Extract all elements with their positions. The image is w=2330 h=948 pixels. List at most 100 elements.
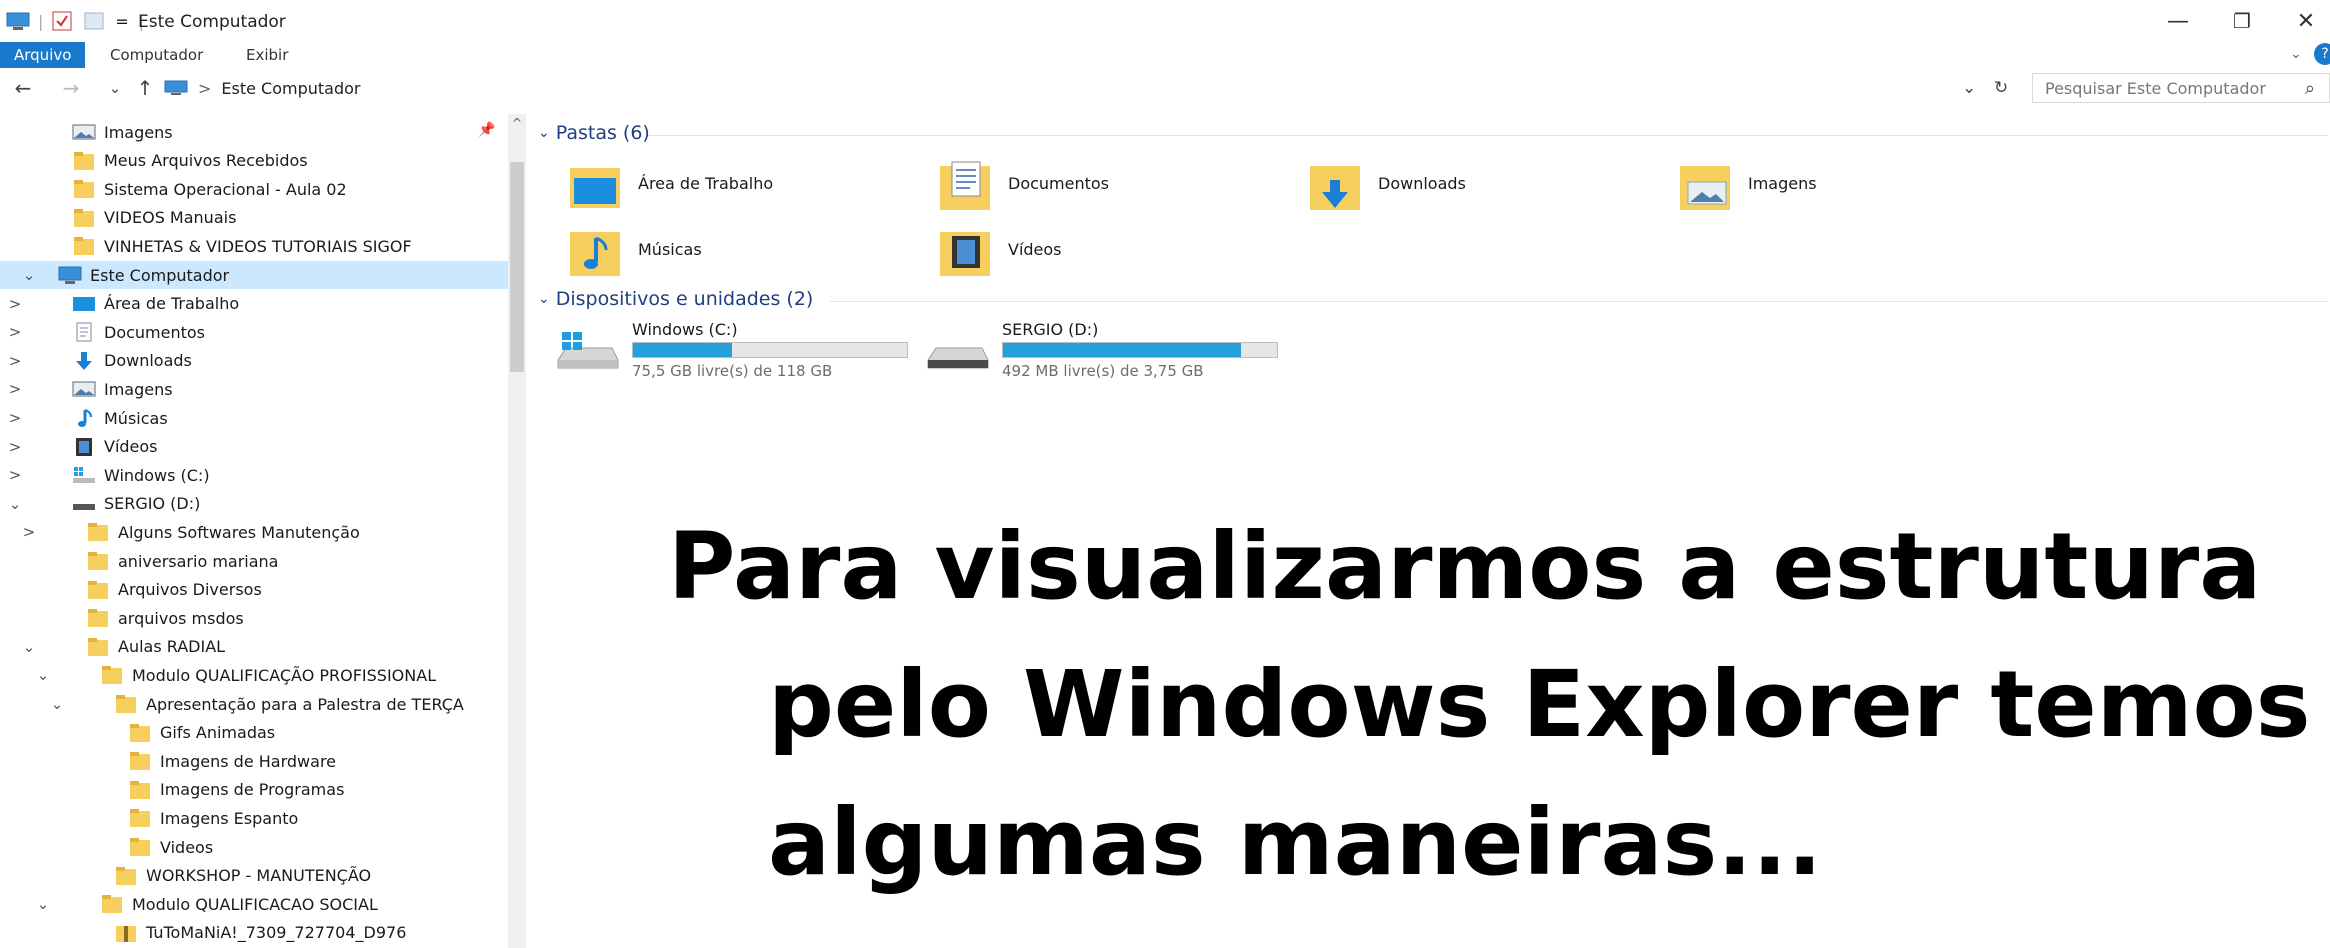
chevron-down-icon[interactable]: ⌄ bbox=[34, 895, 52, 913]
tree-item[interactable]: Arquivos Diversos bbox=[0, 576, 508, 604]
tab-computador[interactable]: Computador bbox=[96, 42, 217, 68]
chevron-down-icon[interactable]: ⌄ bbox=[20, 638, 38, 656]
back-button[interactable]: ← bbox=[10, 75, 36, 101]
tree-item[interactable]: Gifs Animadas bbox=[0, 719, 508, 747]
refresh-icon[interactable]: ↻ bbox=[1994, 74, 2008, 102]
help-icon[interactable]: ? bbox=[2314, 43, 2330, 65]
tree-item[interactable]: > Downloads bbox=[0, 347, 508, 375]
chevron-down-icon[interactable]: ⌄ bbox=[48, 695, 66, 713]
folder-label: Downloads bbox=[1378, 174, 1466, 193]
tree-item[interactable]: > Área de Trabalho bbox=[0, 290, 508, 318]
tab-exibir[interactable]: Exibir bbox=[232, 42, 302, 68]
tree-item[interactable]: Sistema Operacional - Aula 02 bbox=[0, 175, 508, 203]
drive-usage-bar bbox=[632, 342, 908, 358]
tree-item[interactable]: TuToMaNiA!_7309_727704_D976 bbox=[0, 919, 508, 947]
search-icon[interactable]: ⌕ bbox=[2305, 78, 2315, 99]
chevron-down-icon[interactable]: ⌄ bbox=[6, 495, 24, 513]
documents-icon bbox=[72, 322, 96, 342]
devices-group-header[interactable]: ⌄ Dispositivos e unidades (2) bbox=[538, 288, 813, 310]
tree-item[interactable]: > Vídeos bbox=[0, 433, 508, 461]
tree-item[interactable]: ⌄ Apresentação para a Palestra de TERÇA bbox=[0, 690, 508, 718]
navigation-bar: ← → ⌄ ↑ > Este Computador ⌄ ↻ Pesquisar … bbox=[0, 68, 2330, 108]
address-dropdown-icon[interactable]: ⌄ bbox=[1962, 74, 1976, 102]
chevron-right-icon[interactable]: > bbox=[20, 523, 38, 541]
scrollbar-thumb[interactable] bbox=[510, 162, 524, 372]
chevron-right-icon[interactable]: > bbox=[6, 352, 24, 370]
tree-item[interactable]: > Alguns Softwares Manutenção bbox=[0, 518, 508, 546]
folder-tile-desktop[interactable]: Área de Trabalho bbox=[566, 154, 906, 216]
downloads-icon bbox=[72, 351, 96, 371]
drive-usage-fill bbox=[633, 343, 732, 357]
tree-item[interactable]: Meus Arquivos Recebidos bbox=[0, 147, 508, 175]
chevron-right-icon[interactable]: > bbox=[6, 295, 24, 313]
tree-item-label: Modulo QUALIFICAÇÃO PROFISSIONAL bbox=[132, 665, 437, 685]
tree-item[interactable]: > Windows (C:) bbox=[0, 461, 508, 489]
tree-item[interactable]: ⌄ Aulas RADIAL bbox=[0, 633, 508, 661]
tree-item[interactable]: Imagens bbox=[0, 118, 508, 146]
chevron-right-icon[interactable]: > bbox=[6, 409, 24, 427]
folder-label: Músicas bbox=[638, 240, 702, 259]
chevron-right-icon[interactable]: > bbox=[6, 323, 24, 341]
tree-item[interactable]: Videos bbox=[0, 833, 508, 861]
pictures-icon bbox=[72, 379, 96, 399]
tree-item[interactable]: ⌄ Modulo QUALIFICACAO SOCIAL bbox=[0, 890, 508, 918]
folder-label: Imagens bbox=[1748, 174, 1817, 193]
chevron-down-icon[interactable]: ⌄ bbox=[34, 666, 52, 684]
drive-tile-d[interactable]: SERGIO (D:) 492 MB livre(s) de 3,75 GB bbox=[926, 320, 1286, 380]
pin-icon[interactable]: 📌 bbox=[478, 122, 495, 138]
tree-item[interactable]: Imagens Espanto bbox=[0, 804, 508, 832]
folder-tile-documents[interactable]: Documentos bbox=[936, 154, 1276, 216]
close-button[interactable]: ✕ bbox=[2266, 0, 2330, 42]
scroll-up-arrow[interactable]: ^ bbox=[512, 116, 522, 130]
navigation-pane[interactable]: Imagens Meus Arquivos Recebidos Sistema Op… bbox=[0, 114, 526, 948]
folder-tile-pictures[interactable]: Imagens bbox=[1676, 154, 2016, 216]
address-bar[interactable]: > Este Computador bbox=[164, 74, 2024, 102]
up-button[interactable]: ↑ bbox=[132, 75, 158, 101]
chevron-right-icon[interactable]: > bbox=[6, 466, 24, 484]
folder-icon bbox=[86, 608, 110, 628]
folder-tile-music[interactable]: Músicas bbox=[566, 220, 906, 282]
tree-item[interactable]: ⌄ SERGIO (D:) bbox=[0, 490, 508, 518]
tree-item[interactable]: ⌄ Modulo QUALIFICAÇÃO PROFISSIONAL bbox=[0, 661, 508, 689]
tree-item[interactable]: Imagens de Programas bbox=[0, 776, 508, 804]
tree-item[interactable]: Imagens de Hardware bbox=[0, 747, 508, 775]
tree-item[interactable]: ⌄ Este Computador bbox=[0, 261, 508, 289]
ribbon-expand-icon[interactable]: ⌄ bbox=[2290, 46, 2302, 62]
folder-tile-videos[interactable]: Vídeos bbox=[936, 220, 1276, 282]
drive-tile-c[interactable]: Windows (C:) 75,5 GB livre(s) de 118 GB bbox=[556, 320, 916, 380]
recent-locations-button[interactable]: ⌄ bbox=[102, 75, 128, 101]
chevron-right-icon[interactable]: > bbox=[6, 380, 24, 398]
tree-item-label: WORKSHOP - MANUTENÇÃO bbox=[146, 866, 372, 886]
tree-item-label: Documentos bbox=[104, 322, 206, 342]
folder-icon bbox=[86, 522, 110, 542]
tree-item[interactable]: > Documentos bbox=[0, 318, 508, 346]
tree-item[interactable]: WORKSHOP - MANUTENÇÃO bbox=[0, 862, 508, 890]
chevron-right-icon[interactable]: > bbox=[6, 438, 24, 456]
tree-item-label: Imagens de Hardware bbox=[160, 751, 337, 771]
quick-access-customize[interactable]: = bbox=[115, 12, 128, 31]
tab-arquivo[interactable]: Arquivo bbox=[0, 42, 86, 68]
tree-item[interactable]: > Músicas bbox=[0, 404, 508, 432]
folders-group-title: Pastas (6) bbox=[555, 122, 650, 144]
folder-icon bbox=[128, 780, 152, 800]
tree-item[interactable]: aniversario mariana bbox=[0, 547, 508, 575]
windows-drive-icon bbox=[72, 465, 96, 485]
tree-item[interactable]: arquivos msdos bbox=[0, 604, 508, 632]
properties-icon[interactable] bbox=[51, 10, 73, 32]
tree-item[interactable]: VIDEOS Manuais bbox=[0, 204, 508, 232]
downloads-folder-icon bbox=[1310, 166, 1360, 210]
navigation-scrollbar[interactable]: ^ bbox=[508, 114, 526, 948]
folder-tile-downloads[interactable]: Downloads bbox=[1306, 154, 1646, 216]
tree-item[interactable]: > Imagens bbox=[0, 375, 508, 403]
chevron-down-icon[interactable]: ⌄ bbox=[20, 266, 38, 284]
breadcrumb-location[interactable]: Este Computador bbox=[221, 79, 360, 98]
folders-group-header[interactable]: ⌄ Pastas (6) bbox=[538, 122, 650, 144]
search-input[interactable]: Pesquisar Este Computador ⌕ bbox=[2032, 73, 2330, 103]
forward-button[interactable]: → bbox=[58, 75, 84, 101]
usb-drive-icon bbox=[927, 347, 989, 369]
videos-folder-icon bbox=[940, 232, 990, 276]
tree-item[interactable]: VINHETAS & VIDEOS TUTORIAIS SIGOF bbox=[0, 232, 508, 260]
new-folder-icon[interactable] bbox=[83, 10, 105, 32]
tree-item-label: Windows (C:) bbox=[104, 465, 210, 485]
computer-icon[interactable] bbox=[6, 11, 30, 31]
